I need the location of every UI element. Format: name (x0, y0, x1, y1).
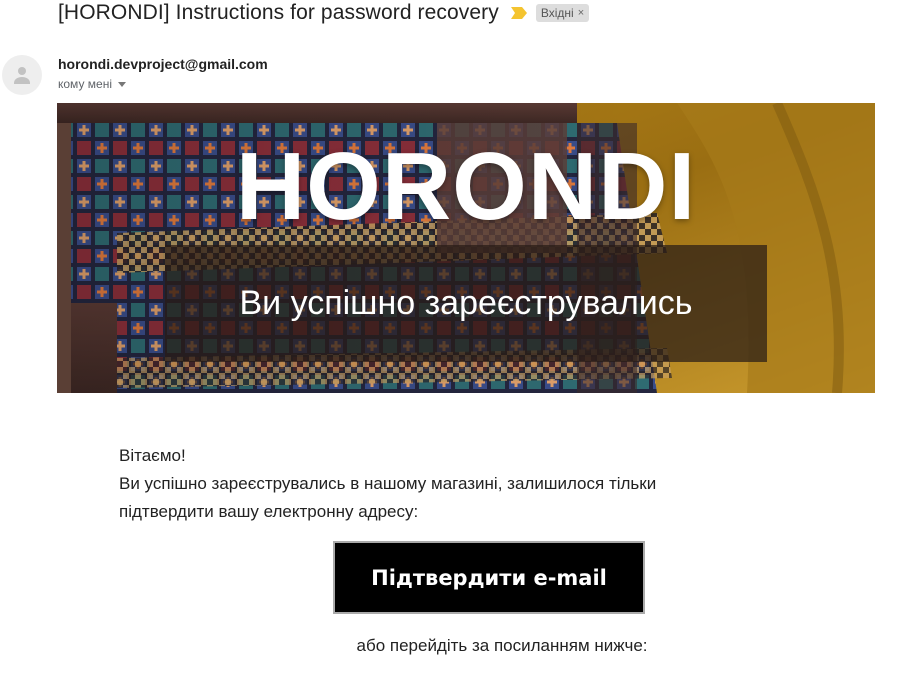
remove-label-icon[interactable]: × (578, 7, 584, 19)
subject-row: [HORONDI] Instructions for password reco… (58, 0, 590, 26)
body-line-2: підтвердити вашу електронну адресу: (119, 502, 419, 521)
inbox-label-chip: Вхідні × (535, 4, 590, 22)
importance-marker-icon[interactable] (510, 7, 527, 19)
hero-banner: HORONDI Ви успішно зареєструвались (57, 103, 875, 393)
greeting-text: Вітаємо! (119, 446, 186, 465)
recipient-details-toggle[interactable]: кому мені (58, 77, 126, 91)
email-view: [HORONDI] Instructions for password reco… (0, 0, 908, 676)
caret-down-icon[interactable] (118, 81, 126, 87)
sender-avatar[interactable] (2, 55, 42, 95)
sender-email[interactable]: horondi.devproject@gmail.com (58, 56, 268, 72)
email-body-text: Вітаємо! Ви успішно зареєструвались в на… (119, 442, 719, 526)
link-hint-text: або перейдіть за посиланням нижче: (356, 636, 648, 655)
person-icon (14, 67, 30, 84)
hero-brand-title: HORONDI (235, 133, 697, 240)
email-subject: [HORONDI] Instructions for password reco… (58, 1, 499, 24)
hero-subtitle: Ви успішно зареєструвались (239, 284, 693, 322)
confirm-email-button[interactable]: Підтвердити e-mail (333, 541, 645, 614)
body-line-1: Ви успішно зареєструвались в нашому мага… (119, 474, 657, 493)
hero-subtitle-box: Ви успішно зареєструвались (165, 245, 767, 362)
link-hint-row: або перейдіть за посиланням нижче: (0, 636, 908, 656)
inbox-label-text: Вхідні (540, 6, 574, 20)
recipient-label: кому мені (58, 77, 112, 91)
